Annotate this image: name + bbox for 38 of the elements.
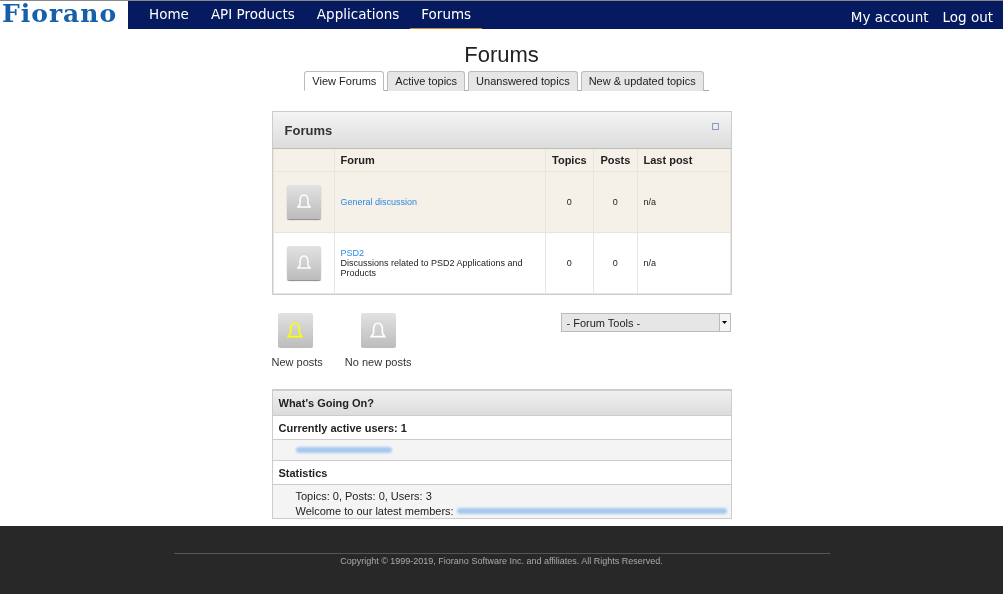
collapse-icon[interactable] xyxy=(711,122,719,130)
table-cell: 0 xyxy=(545,171,594,233)
table-cell: 0 xyxy=(545,232,594,294)
nav-link[interactable]: Home xyxy=(138,1,200,29)
caret-icon xyxy=(718,314,730,331)
forum-link[interactable]: PSD2 xyxy=(340,248,364,258)
copyright-text: Copyright © 1999-2019, Fiorano Software Inc. and affiliates. All Rights Reserved. xyxy=(340,556,663,566)
table-cell: n/a xyxy=(637,171,730,233)
logo[interactable]: Fiorano xyxy=(0,1,128,29)
page-title: Forums xyxy=(464,42,539,68)
welcome-text: Welcome to our latest members: xyxy=(295,505,454,517)
account-link[interactable]: Log out xyxy=(935,1,1000,29)
nav-link[interactable]: API Products xyxy=(199,1,306,29)
nav-link[interactable]: Applications xyxy=(305,1,411,29)
column-header: Forum xyxy=(334,149,545,172)
nav-link[interactable]: Forums xyxy=(410,1,483,29)
tab[interactable]: New & updated topics xyxy=(580,71,704,91)
tab[interactable]: Unanswered topics xyxy=(468,71,578,91)
tab[interactable]: View Forums xyxy=(304,71,385,91)
column-header: Last post xyxy=(637,149,730,172)
account-link[interactable]: My account xyxy=(843,1,936,29)
bell-icon xyxy=(286,185,321,219)
table-cell: n/a xyxy=(637,232,730,294)
column-header: Topics xyxy=(545,149,594,172)
tab[interactable]: Active topics xyxy=(387,71,466,91)
panel-title: What's Going On? xyxy=(278,397,374,409)
table-cell: 0 xyxy=(593,232,637,294)
statistics-heading: Statistics xyxy=(278,466,328,479)
active-users-heading: Currently active users: 1 xyxy=(278,421,407,434)
panel-title: Forums xyxy=(284,122,333,138)
column-header: Posts xyxy=(593,149,637,172)
forum-tools-dropdown[interactable]: - Forum Tools - xyxy=(560,313,731,332)
table-cell: 0 xyxy=(593,171,637,233)
legend-label: No new posts xyxy=(344,356,412,368)
statistics-text: Topics: 0, Posts: 0, Users: 3 xyxy=(295,490,432,502)
bell-icon xyxy=(286,246,321,280)
legend-label: New posts xyxy=(271,356,323,368)
forum-description: Discussions related to PSD2 Applications and Products xyxy=(340,258,524,278)
